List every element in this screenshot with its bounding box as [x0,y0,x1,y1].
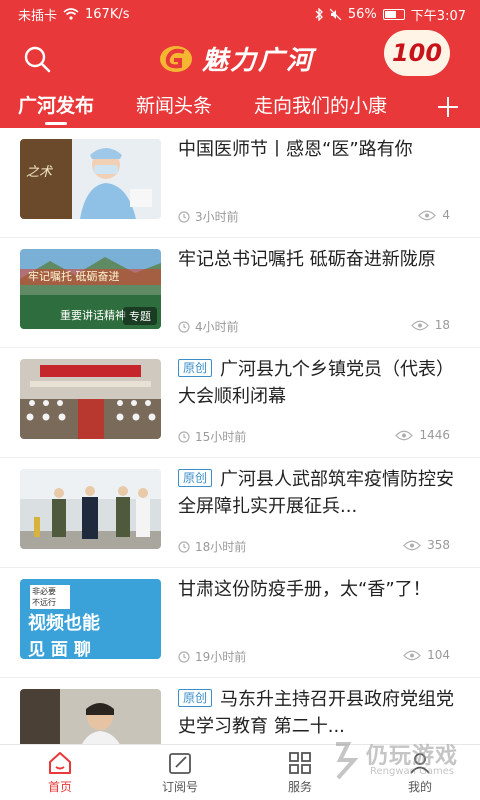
clock-icon [178,430,190,443]
thumb-headline: 见 面 聊 [28,640,91,659]
news-thumbnail [20,469,161,549]
news-thumbnail [20,359,161,439]
original-tag: 原创 [178,469,213,487]
news-title: 牢记总书记嘱托 砥砺奋进新陇原 [178,249,436,270]
topic-tag: 专题 [123,307,157,325]
news-title: 中国医师节丨感恩“医”路有你 [178,139,413,160]
grid-icon [289,752,311,774]
news-item[interactable]: 原创 广河县九个乡镇党员（代表）大会顺利闭幕 15小时前 1446 [0,348,480,458]
news-meta: 4小时前 18 [178,318,450,334]
battery-percent: 56% [347,6,377,22]
watermark-subtext: Rengwan Games [370,766,455,777]
view-count: 358 [427,538,450,552]
nav-label: 订阅号 [161,780,198,794]
publish-time: 15小时前 [195,430,247,444]
news-thumbnail [20,689,161,744]
tab-xiaokang[interactable]: 走向我们的小康 [254,86,387,128]
centenary-badge[interactable]: 100 [384,30,450,76]
news-thumbnail: 牢记嘱托 砥砺奋进 重要讲话精神 专题 [20,249,161,329]
battery-icon [382,8,405,20]
mute-icon [329,8,342,20]
eye-icon [395,430,414,440]
publish-time: 19小时前 [195,650,247,664]
eye-icon [403,540,421,550]
news-title: 甘肃这份防疫手册，太“香”了！ [178,579,431,600]
channel-tabs: 广河发布 新闻头条 走向我们的小康 [0,86,480,128]
news-title: 原创 马东升主持召开县政府党组党史学习教育 第二十... [178,689,455,737]
clock: 下午3:07 [410,8,466,24]
tab-guanghe-release[interactable]: 广河发布 [18,86,94,128]
watermark-logo-icon [336,742,359,780]
eye-icon [418,210,437,220]
home-icon [49,752,71,774]
news-meta: 3小时前 4 [178,208,450,224]
network-speed: 167K/s [85,6,130,22]
nav-label: 首页 [47,780,72,794]
view-count: 4 [442,208,450,222]
news-item[interactable]: 牢记嘱托 砥砺奋进 重要讲话精神 专题 牢记总书记嘱托 砥砺奋进新陇原 4小时前… [0,238,480,348]
sim-status: 未插卡 [18,8,58,24]
badge-number: 100 [391,39,443,67]
thumb-caption: 重要讲话精神 [60,309,126,322]
app-header: 未插卡 167K/s 56% 下午3:07 魅力广河 100 广河发布 新闻头条… [0,0,480,128]
tab-headlines[interactable]: 新闻头条 [136,86,212,128]
view-count: 18 [434,318,450,332]
news-item[interactable]: 非必要 不远行 视频也能 见 面 聊 甘肃这份防疫手册，太“香”了！ 19小时前… [0,568,480,678]
publish-time: 3小时前 [195,210,239,224]
nav-label: 服务 [287,780,312,794]
wifi-icon [63,8,79,20]
news-item[interactable]: 原创 马东升主持召开县政府党组党史学习教育 第二十... [0,678,480,744]
logo-mark-icon [160,45,192,72]
edit-icon [169,753,191,774]
thumb-caption: 牢记嘱托 砥砺奋进 [28,270,120,283]
news-item[interactable]: 原创 广河县人武部筑牢疫情防控安全屏障扎实开展征兵... 18小时前 358 [0,458,480,568]
news-item[interactable]: 之术 中国医师节丨感恩“医”路有你 3小时前 4 [0,128,480,238]
nav-subscriptions[interactable]: 订阅号 [120,745,240,800]
eye-icon [403,650,421,660]
view-count: 104 [427,648,450,662]
clock-icon [178,650,190,663]
add-channel-icon[interactable] [436,86,460,128]
news-meta: 19小时前 104 [178,648,450,664]
view-count: 1446 [419,428,450,442]
watermark: 仍玩游戏 Rengwan Games [330,736,480,792]
publish-time: 18小时前 [195,540,247,554]
original-tag: 原创 [178,359,213,377]
search-icon[interactable] [22,44,52,74]
news-meta: 15小时前 1446 [178,428,450,444]
thumb-note: 非必要 不远行 [30,585,70,609]
news-thumbnail: 之术 [20,139,161,219]
app-title: 魅力广河 [202,46,315,76]
thumb-caption: 之术 [26,165,53,180]
clock-icon [178,320,190,333]
bluetooth-icon [315,7,323,21]
thumb-headline: 视频也能 [28,613,100,634]
news-list: 之术 中国医师节丨感恩“医”路有你 3小时前 4 牢记嘱托 砥砺奋进 重要讲话精… [0,128,480,744]
news-title: 原创 广河县人武部筑牢疫情防控安全屏障扎实开展征兵... [178,469,455,517]
original-tag: 原创 [178,689,213,707]
clock-icon [178,210,190,223]
news-thumbnail: 非必要 不远行 视频也能 见 面 聊 [20,579,161,659]
news-title: 原创 广河县九个乡镇党员（代表）大会顺利闭幕 [178,359,455,407]
news-meta: 18小时前 358 [178,538,450,554]
publish-time: 4小时前 [195,320,239,334]
top-bar: 魅力广河 100 [0,28,480,86]
eye-icon [410,320,429,330]
app-logo: 魅力广河 [158,40,314,77]
nav-home[interactable]: 首页 [0,745,120,800]
status-bar: 未插卡 167K/s 56% 下午3:07 [0,0,480,28]
clock-icon [178,540,190,553]
